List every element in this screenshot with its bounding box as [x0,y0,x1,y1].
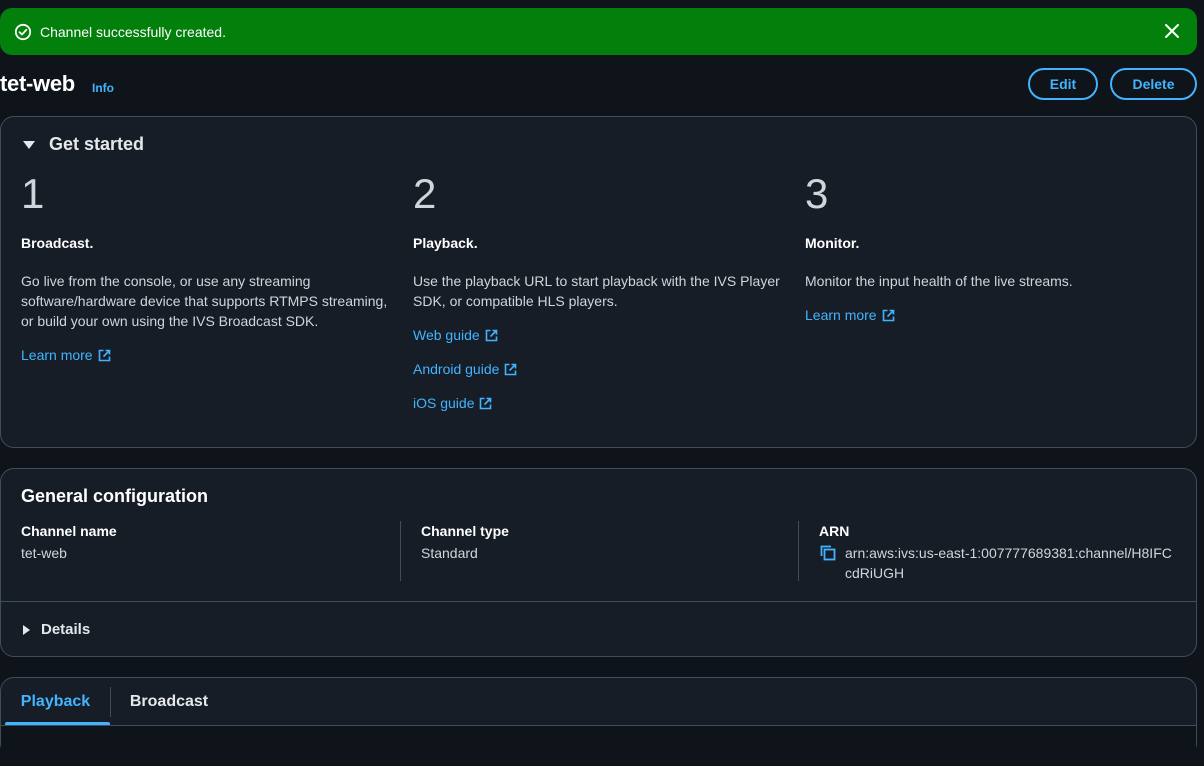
column-divider [400,521,401,581]
tab-content [1,726,1196,766]
step-title: Playback. [413,235,478,251]
arn-value: arn:aws:ivs:us-east-1:007777689381:chann… [845,545,1172,581]
details-expander[interactable]: Details [23,621,90,638]
step-broadcast: 1 Broadcast. Go live from the console, o… [21,169,401,365]
tabs-panel: Playback Broadcast [0,677,1197,766]
arn-field: ARN arn:aws:ivs:us-east-1:007777689381:c… [819,523,1175,583]
external-link-icon [485,329,497,341]
step-description: Go live from the console, or use any str… [21,273,388,329]
channel-type-field: Channel type Standard [421,523,509,563]
channel-name-field: Channel name tet-web [21,523,117,563]
step-number: 1 [21,170,45,217]
channel-type-value: Standard [421,545,478,561]
edit-button[interactable]: Edit [1028,68,1098,100]
learn-more-link[interactable]: Learn more [805,305,1185,325]
delete-button[interactable]: Delete [1110,68,1197,100]
get-started-expander[interactable]: Get started [21,134,144,155]
info-link[interactable]: Info [92,81,114,95]
step-title: Monitor. [805,235,860,251]
tab-broadcast[interactable]: Broadcast [111,678,227,726]
arn-label: ARN [819,523,850,539]
page-title: tet-web [0,71,75,96]
step-title: Broadcast. [21,235,94,251]
caret-right-icon [23,624,30,635]
step-description: Monitor the input health of the live str… [805,273,1073,289]
learn-more-link[interactable]: Learn more [21,345,401,365]
step-description: Use the playback URL to start playback w… [413,273,780,309]
success-flash-bar: Channel successfully created. [0,8,1197,55]
get-started-panel: Get started 1 Broadcast. Go live from th… [0,116,1197,448]
channel-type-label: Channel type [421,523,509,539]
external-link-icon [505,363,517,375]
divider [1,601,1196,602]
external-link-icon [98,349,110,361]
close-icon[interactable] [1163,22,1181,40]
get-started-title: Get started [49,134,145,154]
flash-message: Channel successfully created. [40,23,226,40]
ios-guide-link[interactable]: iOS guide [413,393,793,413]
check-circle-icon [14,23,32,41]
step-playback: 2 Playback. Use the playback URL to star… [413,169,793,413]
channel-name-value: tet-web [21,545,67,561]
details-label: Details [41,621,91,638]
step-number: 2 [413,170,437,217]
page-header: tet-web Info Edit Delete [0,68,1197,102]
caret-down-icon [23,140,35,149]
general-configuration-title: General configuration [21,486,209,506]
external-link-icon [480,397,492,409]
step-number: 3 [805,170,829,217]
web-guide-link[interactable]: Web guide [413,325,793,345]
external-link-icon [882,309,894,321]
general-configuration-panel: General configuration Channel name tet-w… [0,468,1197,657]
step-monitor: 3 Monitor. Monitor the input health of t… [805,169,1185,325]
copy-icon[interactable] [819,544,837,562]
channel-name-label: Channel name [21,523,117,539]
android-guide-link[interactable]: Android guide [413,359,793,379]
column-divider [798,521,799,581]
tab-playback[interactable]: Playback [1,678,110,726]
